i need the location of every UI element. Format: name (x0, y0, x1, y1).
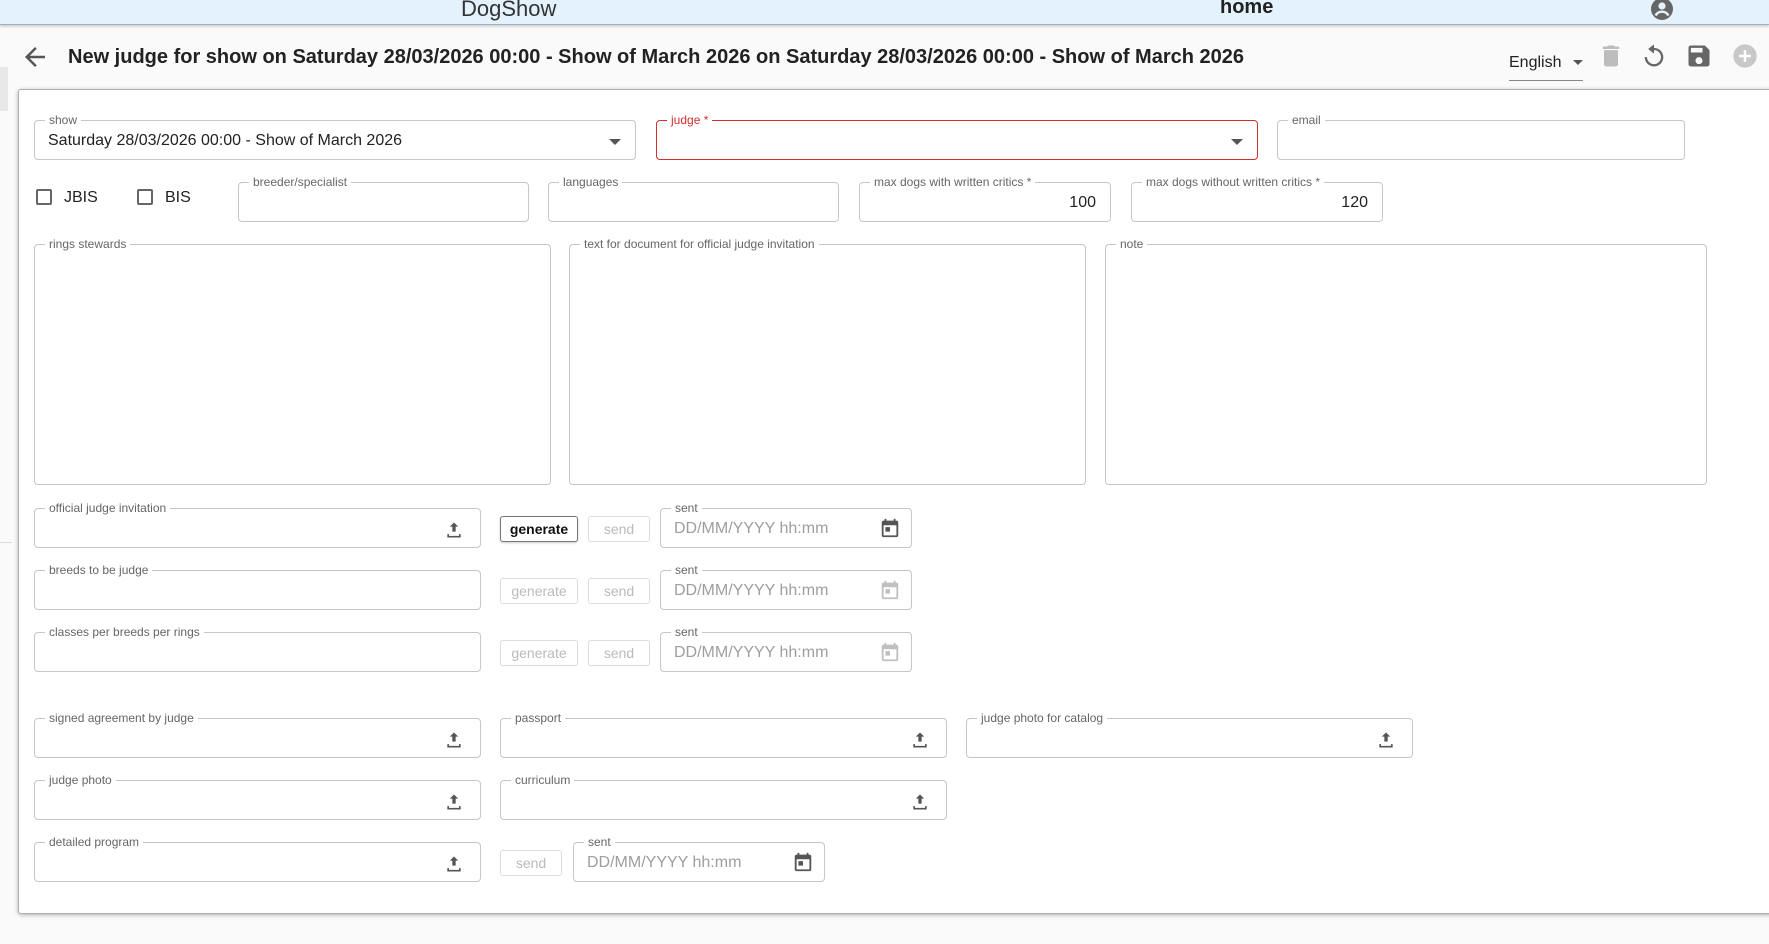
official-invitation-upload[interactable]: official judge invitation (34, 501, 481, 548)
judge-photo-label: judge photo (45, 773, 116, 787)
sent-label: sent (584, 835, 615, 849)
judge-label: judge * (667, 113, 713, 127)
invitation-text-label: text for document for official judge inv… (580, 237, 819, 251)
max-dogs-without-critics-field[interactable]: max dogs without written critics * 120 (1131, 175, 1383, 222)
detailed-program-upload[interactable]: detailed program (34, 835, 481, 882)
signed-agreement-label: signed agreement by judge (45, 711, 198, 725)
curriculum-upload[interactable]: curriculum (500, 773, 947, 820)
passport-upload[interactable]: passport (500, 711, 947, 758)
jbis-checkbox[interactable] (36, 189, 52, 205)
calendar-icon[interactable] (879, 517, 901, 539)
breeds-to-judge-label: breeds to be judge (45, 563, 153, 577)
sent-label: sent (671, 625, 702, 639)
passport-label: passport (511, 711, 566, 725)
delete-icon[interactable] (1597, 42, 1625, 70)
upload-icon[interactable] (910, 730, 930, 750)
calendar-icon[interactable] (879, 641, 901, 663)
note-textarea[interactable]: note (1105, 237, 1707, 485)
max-dogs-with-critics-field[interactable]: max dogs with written critics * 100 (859, 175, 1111, 222)
sent-date-field[interactable]: sent DD/MM/YYYY hh:mm (573, 835, 825, 882)
bis-checkbox[interactable] (137, 189, 153, 205)
upload-icon[interactable] (910, 792, 930, 812)
side-drawer-divider (0, 542, 12, 543)
generate-button[interactable]: generate (500, 640, 578, 666)
breeder-specialist-field[interactable]: breeder/specialist (238, 175, 529, 222)
upload-icon[interactable] (444, 792, 464, 812)
sent-date-field[interactable]: sent DD/MM/YYYY hh:mm (660, 625, 912, 672)
judge-photo-catalog-upload[interactable]: judge photo for catalog (966, 711, 1413, 758)
account-circle-icon[interactable] (1650, 0, 1674, 21)
show-value: Saturday 28/03/2026 00:00 - Show of Marc… (48, 132, 403, 149)
max-dogs-with-critics-label: max dogs with written critics * (870, 175, 1036, 189)
languages-field[interactable]: languages (548, 175, 839, 222)
upload-icon[interactable] (444, 520, 464, 540)
save-icon[interactable] (1685, 42, 1713, 70)
generate-button[interactable]: generate (500, 578, 578, 604)
language-value: English (1509, 54, 1562, 71)
page-title: New judge for show on Saturday 28/03/202… (68, 46, 1244, 68)
max-dogs-without-critics-value: 120 (1341, 194, 1368, 211)
calendar-icon[interactable] (792, 851, 814, 873)
show-label: show (45, 113, 82, 127)
chevron-down-icon (609, 139, 621, 145)
arrow-back-icon[interactable] (20, 42, 50, 72)
language-select[interactable]: English (1509, 52, 1583, 81)
sent-placeholder: DD/MM/YYYY hh:mm (674, 582, 829, 599)
upload-icon[interactable] (444, 730, 464, 750)
breeder-specialist-label: breeder/specialist (249, 175, 352, 189)
send-button[interactable]: send (500, 850, 562, 876)
curriculum-label: curriculum (511, 773, 575, 787)
languages-label: languages (559, 175, 623, 189)
judge-photo-upload[interactable]: judge photo (34, 773, 481, 820)
send-button[interactable]: send (588, 516, 650, 542)
email-field[interactable]: email (1277, 113, 1685, 160)
add-circle-icon[interactable] (1731, 42, 1759, 70)
bis-label: BIS (165, 189, 191, 206)
undo-icon[interactable] (1640, 42, 1668, 70)
max-dogs-with-critics-value: 100 (1069, 194, 1096, 211)
sent-label: sent (671, 501, 702, 515)
calendar-icon[interactable] (879, 579, 901, 601)
jbis-label: JBIS (64, 189, 98, 206)
breeds-to-judge-field[interactable]: breeds to be judge (34, 563, 481, 610)
email-label: email (1288, 113, 1325, 127)
chevron-down-icon (1231, 139, 1243, 145)
upload-icon[interactable] (444, 854, 464, 874)
side-drawer-edge (0, 67, 8, 111)
sent-placeholder: DD/MM/YYYY hh:mm (674, 520, 829, 537)
sent-date-field[interactable]: sent DD/MM/YYYY hh:mm (660, 563, 912, 610)
send-button[interactable]: send (588, 640, 650, 666)
classes-per-breeds-field[interactable]: classes per breeds per rings (34, 625, 481, 672)
judge-form: show Saturday 28/03/2026 00:00 - Show of… (18, 89, 1769, 914)
upload-icon[interactable] (1376, 730, 1396, 750)
generate-button[interactable]: generate (500, 516, 578, 542)
classes-per-breeds-label: classes per breeds per rings (45, 625, 204, 639)
send-button[interactable]: send (588, 578, 650, 604)
show-select[interactable]: show Saturday 28/03/2026 00:00 - Show of… (34, 113, 636, 160)
sent-date-field[interactable]: sent DD/MM/YYYY hh:mm (660, 501, 912, 548)
chevron-down-icon (1573, 60, 1583, 65)
rings-stewards-textarea[interactable]: rings stewards (34, 237, 551, 485)
judge-select[interactable]: judge * (656, 113, 1258, 160)
top-app-bar: DogShow home (0, 0, 1769, 25)
sent-label: sent (671, 563, 702, 577)
note-label: note (1116, 237, 1148, 251)
rings-stewards-label: rings stewards (45, 237, 131, 251)
judge-photo-catalog-label: judge photo for catalog (977, 711, 1108, 725)
invitation-text-textarea[interactable]: text for document for official judge inv… (569, 237, 1086, 485)
detailed-program-label: detailed program (45, 835, 144, 849)
signed-agreement-upload[interactable]: signed agreement by judge (34, 711, 481, 758)
official-invitation-label: official judge invitation (45, 501, 171, 515)
sent-placeholder: DD/MM/YYYY hh:mm (674, 644, 829, 661)
sent-placeholder: DD/MM/YYYY hh:mm (587, 854, 742, 871)
max-dogs-without-critics-label: max dogs without written critics * (1142, 175, 1325, 189)
home-link[interactable]: home (1220, 0, 1273, 19)
app-title: DogShow (461, 0, 557, 21)
